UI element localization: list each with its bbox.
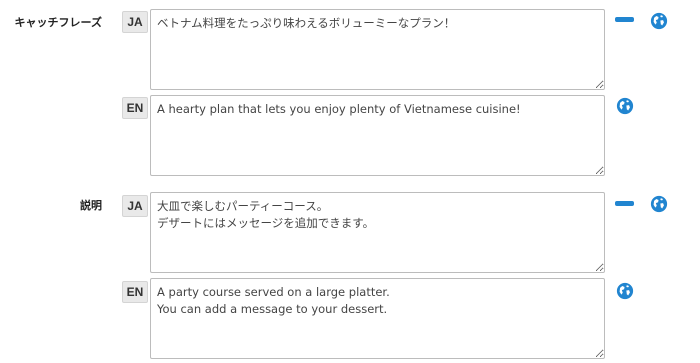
description-label: 説明 [80, 199, 102, 212]
lang-badge-en: EN [122, 281, 148, 303]
description-en-textarea[interactable]: A party course served on a large platter… [150, 278, 605, 359]
globe-icon[interactable] [616, 97, 634, 115]
remove-catchphrase-ja-button[interactable] [615, 17, 634, 22]
remove-description-ja-button[interactable] [615, 201, 634, 206]
lang-badge-ja: JA [122, 195, 148, 217]
catchphrase-label: キャッチフレーズ [14, 16, 102, 29]
globe-icon[interactable] [650, 195, 668, 213]
globe-icon[interactable] [650, 12, 668, 30]
lang-badge-ja: JA [122, 11, 148, 33]
catchphrase-en-textarea[interactable]: A hearty plan that lets you enjoy plenty… [150, 95, 605, 176]
catchphrase-ja-textarea[interactable]: ベトナム料理をたっぷり味わえるボリューミーなプラン！ [150, 9, 605, 90]
description-ja-textarea[interactable]: 大皿で楽しむパーティーコース。 デザートにはメッセージを追加できます。 [150, 192, 605, 273]
lang-badge-en: EN [122, 97, 148, 119]
globe-icon[interactable] [616, 282, 634, 300]
